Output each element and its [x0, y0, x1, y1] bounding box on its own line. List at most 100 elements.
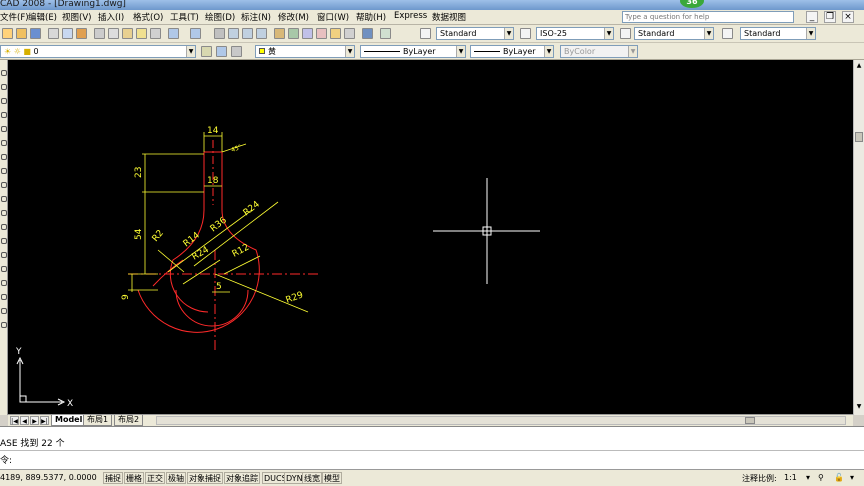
scroll-up-icon[interactable]: ▲: [855, 62, 863, 70]
table-style-icon[interactable]: [620, 28, 631, 39]
mleader-style-select[interactable]: Standard ▼: [740, 27, 816, 40]
dim-style-select[interactable]: ISO-25 ▼: [536, 27, 614, 40]
drawing-canvas[interactable]: 14 18 23 54 9 R2 R14 R36 R24 R24 R12 5 R…: [8, 60, 853, 414]
restore-icon[interactable]: ❐: [824, 11, 836, 23]
scroll-down-icon[interactable]: ▼: [855, 403, 863, 411]
properties-icon[interactable]: [274, 28, 285, 39]
undo-icon[interactable]: [168, 28, 179, 39]
make-block-icon[interactable]: [1, 238, 7, 244]
tab-layout1[interactable]: 布局1: [83, 415, 113, 426]
quickcalc-icon[interactable]: [344, 28, 355, 39]
save-icon[interactable]: [30, 28, 41, 39]
polar-toggle[interactable]: 极轴: [166, 472, 186, 484]
zoom-realtime-icon[interactable]: [228, 28, 239, 39]
match-properties-icon[interactable]: [136, 28, 147, 39]
zoom-window-icon[interactable]: [242, 28, 253, 39]
region-icon[interactable]: [1, 294, 7, 300]
circle-icon[interactable]: [1, 154, 7, 160]
menu-help[interactable]: 帮助(H): [356, 11, 386, 23]
toolbar-lock-icon[interactable]: 🔓: [834, 473, 844, 482]
paste-icon[interactable]: [122, 28, 133, 39]
horizontal-scrollbar[interactable]: [156, 416, 846, 425]
menu-express[interactable]: Express: [394, 11, 427, 21]
gradient-icon[interactable]: [1, 280, 7, 286]
annotation-visibility-icon[interactable]: ⚲: [818, 473, 824, 482]
arc-icon[interactable]: [1, 140, 7, 146]
menu-view[interactable]: 视图(V): [62, 11, 91, 23]
close-icon[interactable]: ×: [842, 11, 854, 23]
layer-previous-icon[interactable]: [231, 46, 242, 57]
revcloud-icon[interactable]: [1, 168, 7, 174]
zoom-previous-icon[interactable]: [256, 28, 267, 39]
sheet-set-icon[interactable]: [316, 28, 327, 39]
text-style-icon[interactable]: [420, 28, 431, 39]
model-toggle[interactable]: 模型: [322, 472, 342, 484]
color-select[interactable]: 黄 ▼: [255, 45, 355, 58]
minimize-icon[interactable]: _: [806, 11, 818, 23]
mtext-icon[interactable]: [1, 322, 7, 328]
menu-edit[interactable]: 编辑(E): [28, 11, 57, 23]
table-style-select[interactable]: Standard ▼: [634, 27, 714, 40]
mleader-style-icon[interactable]: [722, 28, 733, 39]
lineweight-toggle[interactable]: 线宽: [302, 472, 322, 484]
vertical-scroll-thumb[interactable]: [855, 132, 863, 142]
cut-icon[interactable]: [94, 28, 105, 39]
line-icon[interactable]: [1, 70, 7, 76]
table-icon[interactable]: [1, 308, 7, 314]
redo-icon[interactable]: [190, 28, 201, 39]
tool-palettes-icon[interactable]: [302, 28, 313, 39]
tab-last-icon[interactable]: ▶|: [40, 416, 49, 425]
point-icon[interactable]: [1, 252, 7, 258]
osnap-toggle[interactable]: 对象捕捉: [187, 472, 223, 484]
otrack-toggle[interactable]: 对象追踪: [224, 472, 260, 484]
pan-icon[interactable]: [214, 28, 225, 39]
menu-modify[interactable]: 修改(M): [278, 11, 309, 23]
extra-tool-icon[interactable]: [380, 28, 391, 39]
layer-select[interactable]: ☀ ☼ ■ 0 ▼: [0, 45, 196, 58]
plot-icon[interactable]: [48, 28, 59, 39]
menu-insert[interactable]: 插入(I): [98, 11, 124, 23]
lineweight-select[interactable]: ByLayer ▼: [470, 45, 554, 58]
help-search-input[interactable]: Type a question for help: [622, 11, 794, 23]
hatch-icon[interactable]: [1, 266, 7, 272]
publish-icon[interactable]: [76, 28, 87, 39]
new-icon[interactable]: [2, 28, 13, 39]
open-icon[interactable]: [16, 28, 27, 39]
design-center-icon[interactable]: [288, 28, 299, 39]
spline-icon[interactable]: [1, 182, 7, 188]
copy-icon[interactable]: [108, 28, 119, 39]
polygon-icon[interactable]: [1, 112, 7, 118]
snap-toggle[interactable]: 捕捉: [103, 472, 123, 484]
menu-draw[interactable]: 绘图(D): [205, 11, 235, 23]
block-editor-icon[interactable]: [150, 28, 161, 39]
tab-layout2[interactable]: 布局2: [114, 415, 144, 426]
linetype-select[interactable]: ByLayer ▼: [360, 45, 466, 58]
rectangle-icon[interactable]: [1, 126, 7, 132]
annotation-scale-value[interactable]: 1:1: [784, 473, 797, 482]
scale-dropdown-icon[interactable]: ▾: [806, 473, 810, 482]
menu-dimension[interactable]: 标注(N): [241, 11, 271, 23]
ellipse-arc-icon[interactable]: [1, 210, 7, 216]
tab-model[interactable]: Model: [51, 415, 87, 426]
markup-icon[interactable]: [330, 28, 341, 39]
polyline-icon[interactable]: [1, 98, 7, 104]
menu-window[interactable]: 窗口(W): [317, 11, 349, 23]
menu-format[interactable]: 格式(O): [133, 11, 163, 23]
insert-block-icon[interactable]: [1, 224, 7, 230]
tab-first-icon[interactable]: |◀: [10, 416, 19, 425]
dim-style-icon[interactable]: [520, 28, 531, 39]
menu-data-view[interactable]: 数据视图: [432, 11, 466, 23]
layer-manager-icon[interactable]: [201, 46, 212, 57]
tab-prev-icon[interactable]: ◀: [20, 416, 29, 425]
status-menu-icon[interactable]: ▾: [850, 473, 854, 482]
vertical-scrollbar[interactable]: ▲ ▼: [853, 60, 864, 415]
xline-icon[interactable]: [1, 84, 7, 90]
make-current-layer-icon[interactable]: [216, 46, 227, 57]
menu-file[interactable]: 文件(F): [0, 11, 29, 23]
text-style-select[interactable]: Standard ▼: [436, 27, 514, 40]
command-prompt[interactable]: 令:: [0, 453, 12, 466]
menu-tools[interactable]: 工具(T): [170, 11, 199, 23]
ellipse-icon[interactable]: [1, 196, 7, 202]
notification-badge[interactable]: 36: [680, 0, 704, 8]
help-icon[interactable]: [362, 28, 373, 39]
